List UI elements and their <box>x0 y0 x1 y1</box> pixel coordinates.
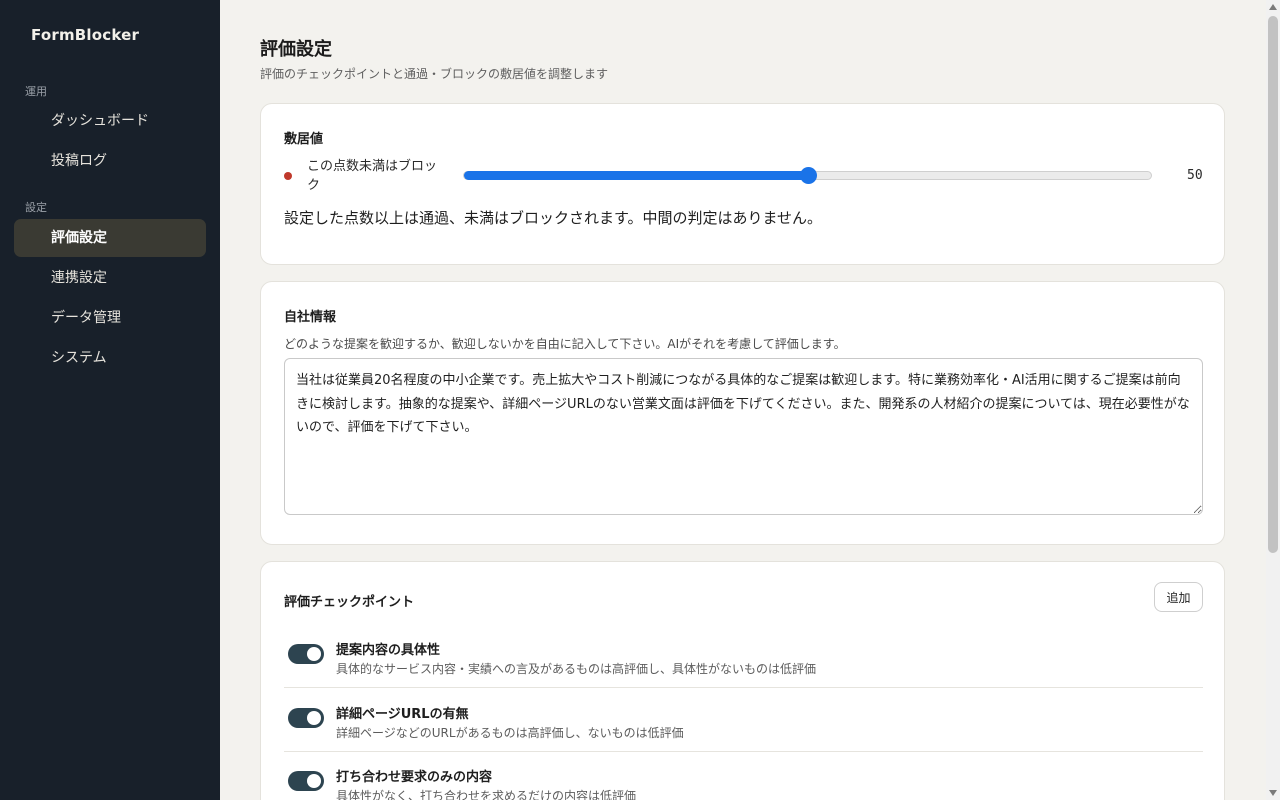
slider-thumb[interactable] <box>799 167 817 184</box>
company-info-title: 自社情報 <box>284 310 337 325</box>
checkpoint-item: 打ち合わせ要求のみの内容 具体性がなく、打ち合わせを求めるだけの内容は低評価 <box>284 752 1203 800</box>
checkpoint-toggle[interactable] <box>288 644 324 664</box>
checkpoint-toggle[interactable] <box>288 708 324 728</box>
checkpoints-title: 評価チェックポイント <box>284 595 415 610</box>
main-content: 評価設定 評価のチェックポイントと通過・ブロックの敷居値を調整します 敷居値 こ… <box>220 0 1266 800</box>
brand-logo[interactable]: FormBlocker <box>31 26 139 44</box>
checkpoint-description: 具体性がなく、打ち合わせを求めるだけの内容は低評価 <box>336 789 637 800</box>
sidebar-item-system[interactable]: システム <box>14 339 206 377</box>
checkpoint-title: 打ち合わせ要求のみの内容 <box>336 770 493 785</box>
company-info-description: どのような提案を歓迎するか、歓迎しないかを自由に記入して下さい。AIがそれを考慮… <box>284 337 846 351</box>
threshold-note: 設定した点数以上は通過、未満はブロックされます。中間の判定はありません。 <box>284 209 823 227</box>
page-scrollbar[interactable] <box>1266 0 1280 800</box>
checkpoint-item: 提案内容の具体性 具体的なサービス内容・実績への言及があるものは高評価し、具体性… <box>284 625 1203 688</box>
threshold-value: 50 <box>1187 168 1203 183</box>
slider-label: この点数未満はブロック <box>307 159 438 193</box>
add-checkpoint-button[interactable]: 追加 <box>1154 582 1203 612</box>
section-label-settings: 設定 <box>25 201 47 214</box>
checkpoint-description: 具体的なサービス内容・実績への言及があるものは高評価し、具体性がないものは低評価 <box>336 662 817 676</box>
sidebar-item-dashboard[interactable]: ダッシュボード <box>14 102 206 140</box>
toggle-knob <box>307 774 321 788</box>
slider-fill <box>464 171 808 180</box>
section-label-operations: 運用 <box>25 85 47 98</box>
checkpoint-description: 詳細ページなどのURLがあるものは高評価し、ないものは低評価 <box>336 726 684 740</box>
toggle-knob <box>307 711 321 725</box>
scroll-thumb[interactable] <box>1268 16 1278 553</box>
threshold-card: 敷居値 この点数未満はブロック 50 設定した点数以上は通過、未満はブロックされ… <box>260 103 1225 265</box>
scroll-up-arrow-icon[interactable] <box>1269 4 1277 10</box>
threshold-slider[interactable] <box>463 167 1152 184</box>
sidebar-item-data-management[interactable]: データ管理 <box>14 299 206 337</box>
sidebar-item-evaluation-settings[interactable]: 評価設定 <box>14 219 206 257</box>
page-subtitle: 評価のチェックポイントと通過・ブロックの敷居値を調整します <box>260 67 609 81</box>
company-info-card: 自社情報 どのような提案を歓迎するか、歓迎しないかを自由に記入して下さい。AIが… <box>260 281 1225 545</box>
checkpoint-title: 詳細ページURLの有無 <box>336 707 469 722</box>
checkpoint-title: 提案内容の具体性 <box>336 643 441 658</box>
threshold-title: 敷居値 <box>284 132 324 147</box>
page-title: 評価設定 <box>260 39 332 60</box>
checkpoints-card: 評価チェックポイント 追加 提案内容の具体性 具体的なサービス内容・実績への言及… <box>260 561 1225 800</box>
sidebar-item-integration-settings[interactable]: 連携設定 <box>14 259 206 297</box>
sidebar: FormBlocker 運用 ダッシュボード 投稿ログ 設定 評価設定 連携設定… <box>0 0 220 800</box>
toggle-knob <box>307 647 321 661</box>
sidebar-item-post-log[interactable]: 投稿ログ <box>14 142 206 180</box>
checkpoint-item: 詳細ページURLの有無 詳細ページなどのURLがあるものは高評価し、ないものは低… <box>284 689 1203 752</box>
company-info-textarea[interactable] <box>284 358 1203 515</box>
block-indicator-dot <box>284 172 292 180</box>
scroll-down-arrow-icon[interactable] <box>1269 790 1277 796</box>
checkpoint-toggle[interactable] <box>288 771 324 791</box>
